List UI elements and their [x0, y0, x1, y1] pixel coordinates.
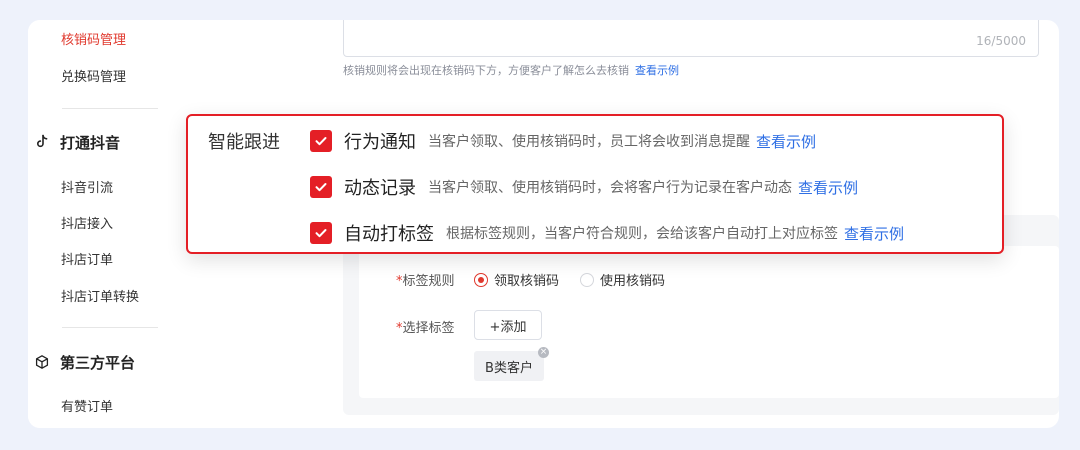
sidebar-group-title: 打通抖音 — [60, 133, 121, 152]
sidebar-divider — [62, 108, 158, 109]
select-tag-label-text: 选择标签 — [402, 321, 455, 336]
auto-tag-checkbox[interactable] — [310, 222, 332, 244]
option-label: 动态记录 — [344, 178, 416, 199]
view-example-link[interactable]: 查看示例 — [798, 177, 858, 198]
sidebar-item-youzan-orders[interactable]: 有赞订单 — [61, 396, 113, 415]
radio-dot[interactable] — [580, 272, 594, 287]
option-label: 行为通知 — [344, 132, 416, 153]
sidebar-item-douyin-orders[interactable]: 抖店订单 — [61, 249, 113, 268]
view-example-link[interactable]: 查看示例 — [756, 131, 816, 152]
sidebar-divider — [62, 327, 158, 328]
rules-textarea[interactable]: 16/5000 — [343, 20, 1039, 57]
sidebar-group-third-party: 第三方平台 — [34, 351, 135, 373]
sidebar: 核销码管理 兑换码管理 打通抖音 抖音引流 抖店接入 抖店订单 抖店订单转换 第… — [28, 20, 203, 428]
check-icon — [315, 229, 327, 238]
option-description: 根据标签规则，当客户符合规则，会给该客户自动打上对应标签 — [446, 226, 838, 242]
option-dynamic-record: 动态记录 当客户领取、使用核销码时，会将客户行为记录在客户动态 查看示例 — [310, 175, 858, 199]
check-icon — [315, 137, 327, 146]
sidebar-group-title: 第三方平台 — [60, 353, 136, 372]
rules-hint-text: 核销规则将会出现在核销码下方，方便客户了解怎么去核销 — [343, 64, 629, 77]
radio-label: 使用核销码 — [600, 274, 666, 289]
smart-follow-title: 智能跟进 — [208, 132, 280, 153]
sidebar-group-douyin: 打通抖音 — [34, 131, 120, 153]
check-icon — [315, 183, 327, 192]
rules-hint: 核销规则将会出现在核销码下方，方便客户了解怎么去核销 查看示例 — [343, 62, 679, 78]
option-label: 自动打标签 — [344, 224, 434, 245]
select-tag-label: *选择标签 — [396, 317, 455, 336]
behavior-notify-checkbox[interactable] — [310, 130, 332, 152]
sidebar-item-douyin-order-convert[interactable]: 抖店订单转换 — [61, 286, 139, 305]
sidebar-item-verification-code[interactable]: 核销码管理 — [61, 29, 126, 48]
option-description: 当客户领取、使用核销码时，会将客户行为记录在客户动态 — [428, 180, 792, 196]
radio-dot[interactable] — [474, 272, 488, 287]
sidebar-item-redemption-code[interactable]: 兑换码管理 — [61, 66, 126, 85]
tag-chip: B类客户 — [474, 351, 544, 381]
sidebar-item-douyin-store[interactable]: 抖店接入 — [61, 213, 113, 232]
radio-label: 领取核销码 — [494, 274, 560, 289]
radio-use-code[interactable]: 使用核销码 — [580, 270, 665, 289]
option-description: 当客户领取、使用核销码时，员工将会收到消息提醒 — [428, 134, 750, 150]
page-card: 核销码管理 兑换码管理 打通抖音 抖音引流 抖店接入 抖店订单 抖店订单转换 第… — [28, 20, 1059, 428]
option-auto-tag: 自动打标签 根据标签规则，当客户符合规则，会给该客户自动打上对应标签 查看示例 — [310, 221, 904, 245]
smart-follow-card: 智能跟进 行为通知 当客户领取、使用核销码时，员工将会收到消息提醒 查看示例 动… — [186, 114, 1004, 254]
dynamic-record-checkbox[interactable] — [310, 176, 332, 198]
add-tag-button[interactable]: +添加 — [474, 310, 542, 340]
sidebar-item-douyin-traffic[interactable]: 抖音引流 — [61, 177, 113, 196]
close-icon[interactable]: × — [538, 347, 549, 358]
tiktok-icon — [37, 134, 48, 148]
char-counter: 16/5000 — [976, 34, 1026, 48]
tag-rule-form — [359, 246, 1059, 398]
option-behavior-notify: 行为通知 当客户领取、使用核销码时，员工将会收到消息提醒 查看示例 — [310, 129, 816, 153]
radio-receive-code[interactable]: 领取核销码 — [474, 270, 559, 289]
view-example-link[interactable]: 查看示例 — [844, 223, 904, 244]
rules-example-link[interactable]: 查看示例 — [635, 64, 679, 77]
cube-icon — [35, 355, 49, 369]
tag-rule-label: *标签规则 — [396, 270, 455, 289]
tag-rule-label-text: 标签规则 — [402, 274, 455, 289]
